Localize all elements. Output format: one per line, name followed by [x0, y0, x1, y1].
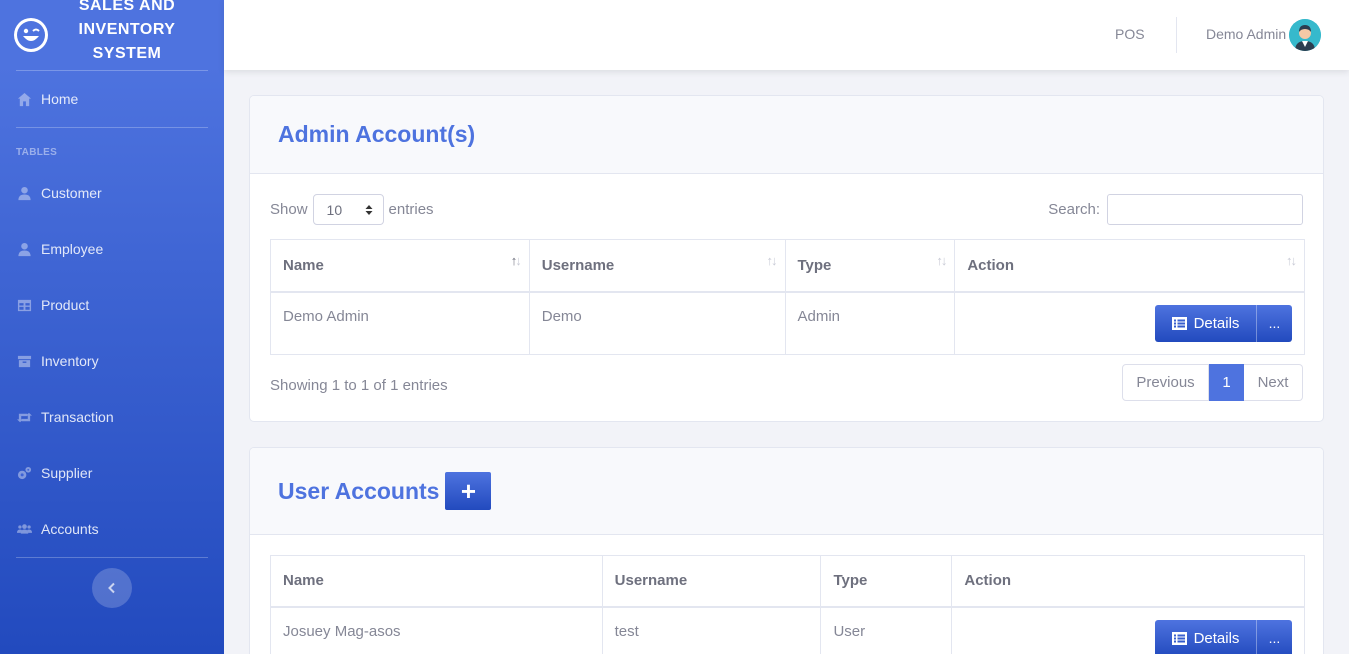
search-control: Search: — [1048, 194, 1303, 225]
chevron-left-icon — [108, 582, 115, 594]
sidebar-divider — [16, 557, 208, 558]
cell-name: Josuey Mag-asos — [270, 606, 603, 654]
action-button-group: Details ... — [1155, 304, 1292, 342]
more-options-button[interactable]: ... — [1256, 304, 1292, 342]
pagination: Previous 1 Next — [1122, 364, 1303, 401]
sidebar-item-label: Accounts — [41, 521, 99, 537]
sidebar-item-home[interactable]: Home — [0, 71, 224, 127]
table-info: Showing 1 to 1 of 1 entries — [270, 377, 448, 394]
cell-username: Demo — [528, 291, 786, 355]
sidebar-item-label: Customer — [41, 185, 102, 201]
column-header-username: Username — [601, 555, 822, 608]
sidebar-item-label: Home — [41, 91, 79, 107]
search-label: Search: — [1048, 201, 1100, 218]
sidebar-item-label: Transaction — [41, 409, 114, 425]
cell-type: User — [820, 606, 953, 654]
column-header-name: Name — [270, 555, 603, 608]
sidebar: SALES AND INVENTORY SYSTEM Home TABLES C… — [0, 0, 224, 654]
column-label: Name — [283, 256, 324, 274]
column-label: Username — [541, 256, 615, 274]
table-row: Demo Admin Demo Admin Details ... — [270, 291, 1305, 355]
sidebar-item-employee[interactable]: Employee — [0, 221, 224, 277]
admin-card-title: Admin Account(s) — [278, 121, 476, 147]
column-header-username[interactable]: Username ↑↓ — [528, 239, 786, 293]
sidebar-item-label: Supplier — [41, 465, 93, 481]
user-accounts-card: User Accounts + Name Username Type Actio… — [249, 447, 1324, 654]
cell-name: Demo Admin — [270, 291, 530, 355]
sidebar-item-label: Employee — [41, 241, 104, 257]
column-header-action: Action — [951, 555, 1305, 608]
details-button[interactable]: Details — [1155, 304, 1256, 342]
admin-accounts-card: Admin Account(s) Show 10 entries Search:… — [249, 95, 1324, 422]
sidebar-item-label: Inventory — [41, 353, 99, 369]
column-header-action[interactable]: Action ↑↓ — [954, 239, 1305, 293]
user-icon — [18, 186, 31, 200]
sidebar-item-label: Product — [41, 297, 90, 313]
sidebar-heading: TABLES — [16, 147, 58, 158]
sidebar-item-customer[interactable]: Customer — [0, 165, 224, 221]
sidebar-item-transaction[interactable]: Transaction — [0, 389, 224, 445]
more-options-button[interactable]: ... — [1256, 619, 1292, 654]
sidebar-item-accounts[interactable]: Accounts — [0, 501, 224, 557]
pagination-page-1[interactable]: 1 — [1209, 364, 1244, 401]
action-button-group: Details ... — [1155, 619, 1292, 654]
pagination-next[interactable]: Next — [1244, 364, 1303, 401]
admin-accounts-table: Name ↑↓ Username ↑↓ Type ↑↓ Action ↑↓ Demo A… — [270, 239, 1305, 355]
retweet-icon — [17, 412, 32, 422]
table-header-row: Name Username Type Action — [270, 555, 1305, 608]
cell-action: Details ... — [954, 291, 1305, 355]
show-label: Show — [270, 201, 308, 218]
sidebar-item-inventory[interactable]: Inventory — [0, 333, 224, 389]
users-icon — [17, 523, 32, 534]
home-icon — [17, 92, 32, 106]
user-icon — [18, 242, 31, 256]
user-name[interactable]: Demo Admin — [1206, 26, 1286, 42]
pagination-previous[interactable]: Previous — [1122, 364, 1209, 401]
table-header-row: Name ↑↓ Username ↑↓ Type ↑↓ Action ↑↓ — [270, 239, 1305, 293]
topbar: POS Demo Admin — [224, 0, 1349, 70]
details-label: Details — [1193, 314, 1240, 332]
user-accounts-table: Name Username Type Action Josuey Mag-aso… — [270, 555, 1305, 654]
column-label: Type — [797, 256, 832, 274]
add-user-button[interactable]: + — [445, 472, 492, 510]
pos-link[interactable]: POS — [1115, 26, 1145, 42]
sidebar-item-product[interactable]: Product — [0, 277, 224, 333]
user-card-title: User Accounts — [278, 477, 440, 504]
brand-title: SALES AND INVENTORY SYSTEM — [78, 0, 176, 62]
table-icon — [17, 299, 32, 311]
list-alt-icon — [1171, 631, 1187, 645]
column-label: Action — [967, 256, 1015, 274]
sidebar-item-supplier[interactable]: Supplier — [0, 445, 224, 501]
sort-icon: ↑↓ — [766, 253, 778, 268]
sort-caret-icon — [365, 204, 373, 215]
sort-icon: ↑↓ — [510, 253, 522, 268]
column-header-type[interactable]: Type ↑↓ — [784, 239, 956, 293]
sort-icon: ↑↓ — [936, 253, 947, 268]
column-header-type: Type — [820, 555, 953, 608]
details-button[interactable]: Details — [1155, 619, 1256, 654]
sidebar-toggle-button[interactable] — [92, 568, 132, 608]
cell-username: test — [601, 606, 822, 654]
list-alt-icon — [1171, 316, 1187, 330]
entries-select-value: 10 — [326, 201, 343, 218]
card-header: Admin Account(s) — [250, 96, 1323, 174]
card-header: User Accounts + — [250, 448, 1323, 535]
column-header-name[interactable]: Name ↑↓ — [270, 239, 530, 293]
search-input[interactable] — [1107, 194, 1303, 225]
cogs-icon — [17, 466, 32, 479]
sort-icon: ↑↓ — [1286, 253, 1297, 268]
archive-icon — [17, 355, 32, 367]
entries-label: entries — [388, 201, 434, 218]
laugh-wink-icon — [14, 18, 48, 52]
table-row: Josuey Mag-asos test User Details ... — [270, 606, 1305, 654]
avatar[interactable] — [1289, 19, 1321, 51]
entries-length-control: Show 10 entries — [270, 194, 434, 225]
sidebar-brand[interactable]: SALES AND INVENTORY SYSTEM — [0, 0, 224, 70]
entries-select[interactable]: 10 — [312, 194, 384, 225]
cell-action: Details ... — [951, 606, 1305, 654]
cell-type: Admin — [784, 291, 956, 355]
details-label: Details — [1193, 629, 1240, 647]
topbar-divider — [1176, 17, 1177, 53]
